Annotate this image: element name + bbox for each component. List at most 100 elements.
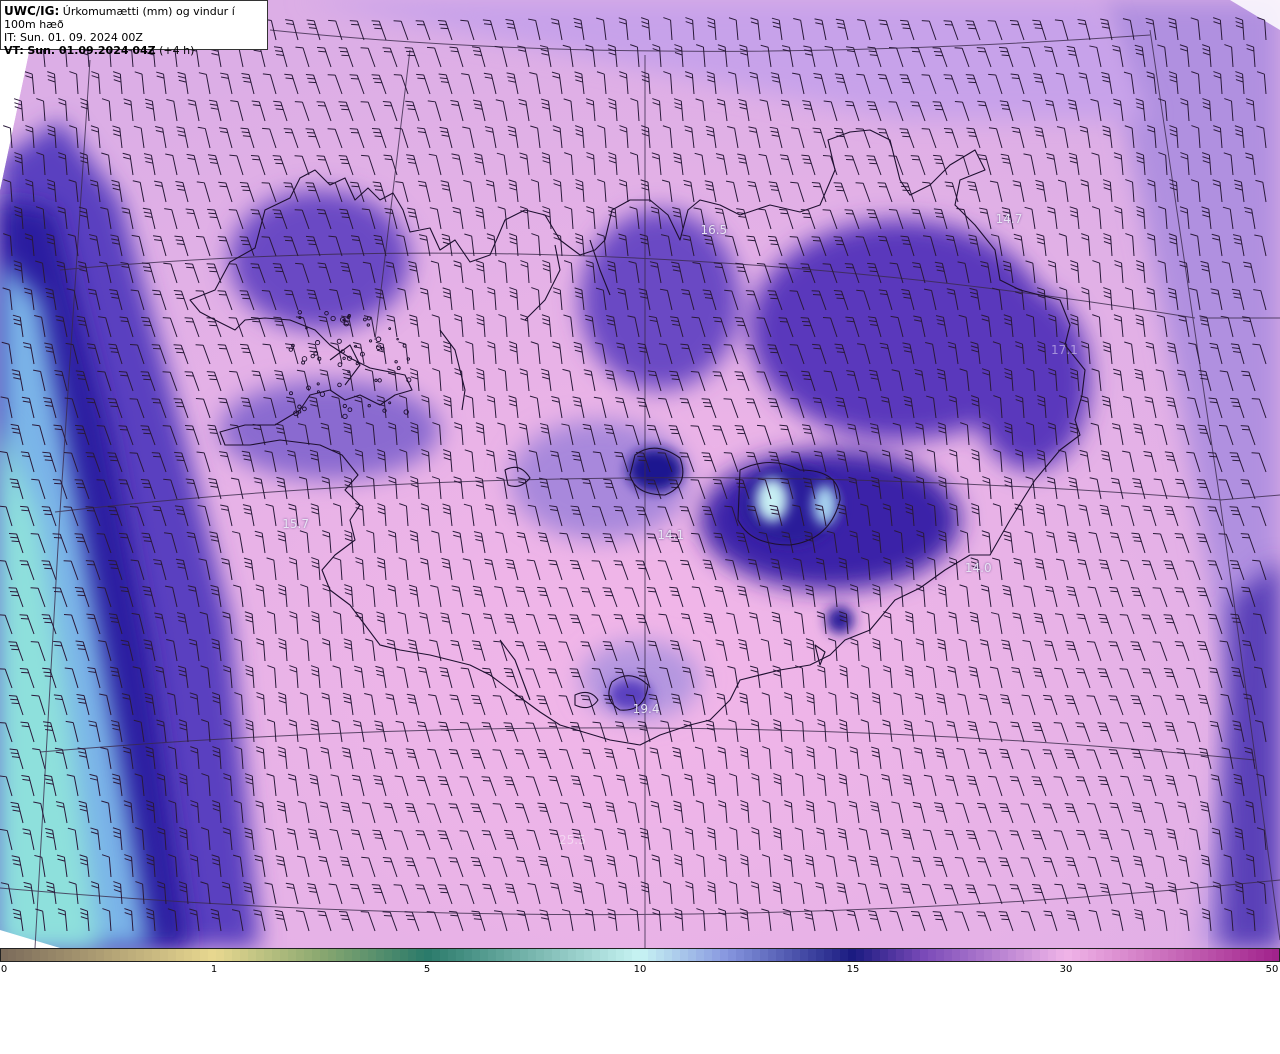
colorbar-segment xyxy=(856,949,865,961)
colorbar-segment xyxy=(376,949,385,961)
colorbar-segment xyxy=(864,949,873,961)
colorbar-segment xyxy=(520,949,529,961)
colorbar-segment xyxy=(416,949,425,961)
colorbar-segment xyxy=(776,949,785,961)
colorbar-segment xyxy=(768,949,777,961)
valid-time: Sun. 01.09.2024 04Z xyxy=(27,44,156,57)
colorbar-segment xyxy=(928,949,937,961)
field-value-label: 16.5 xyxy=(700,222,728,237)
colorbar-segment xyxy=(192,949,201,961)
colorbar-segment xyxy=(544,949,553,961)
colorbar-segment xyxy=(608,949,617,961)
colorbar-segment xyxy=(728,949,737,961)
colorbar-segment xyxy=(640,949,649,961)
colorbar-segment xyxy=(368,949,377,961)
colorbar-segment xyxy=(1128,949,1137,961)
colorbar-segment xyxy=(440,949,449,961)
colorbar-segment xyxy=(632,949,641,961)
field-value-label: 19.4 xyxy=(632,702,660,717)
colorbar-segment xyxy=(784,949,793,961)
precipitation-field xyxy=(0,0,1280,948)
colorbar-segment xyxy=(32,949,41,961)
colorbar-tick-label: 1 xyxy=(210,964,218,975)
colorbar-segment xyxy=(504,949,513,961)
colorbar-segment xyxy=(152,949,161,961)
colorbar-segment xyxy=(656,949,665,961)
colorbar-segment xyxy=(936,949,945,961)
colorbar-segment xyxy=(224,949,233,961)
colorbar-segment xyxy=(536,949,545,961)
init-time: Sun. 01. 09. 2024 00Z xyxy=(19,31,143,44)
colorbar-segment xyxy=(616,949,625,961)
colorbar-segment xyxy=(1144,949,1153,961)
colorbar-segment xyxy=(448,949,457,961)
precipitation-wind-map[interactable] xyxy=(0,0,1280,948)
colorbar-segment xyxy=(1080,949,1089,961)
init-label: IT: xyxy=(4,31,17,44)
colorbar-segment xyxy=(824,949,833,961)
colorbar-segment xyxy=(1256,949,1265,961)
colorbar-segment xyxy=(160,949,169,961)
colorbar-segment xyxy=(120,949,129,961)
colorbar-segment xyxy=(1248,949,1257,961)
colorbar-tick-label: 15 xyxy=(846,964,860,975)
colorbar-segment xyxy=(552,949,561,961)
colorbar-segment xyxy=(464,949,473,961)
colorbar-segment xyxy=(168,949,177,961)
colorbar-segment xyxy=(1000,949,1009,961)
colorbar-segment xyxy=(56,949,65,961)
colorbar-segment xyxy=(904,949,913,961)
colorbar-segment xyxy=(896,949,905,961)
colorbar-segment xyxy=(992,949,1001,961)
colorbar-segment xyxy=(512,949,521,961)
colorbar-segment xyxy=(184,949,193,961)
colorbar-segment xyxy=(432,949,441,961)
colorbar-tick-label: 0 xyxy=(0,964,8,975)
colorbar-segment xyxy=(144,949,153,961)
colorbar-segment xyxy=(1136,949,1145,961)
colorbar-segment xyxy=(1176,949,1185,961)
colorbar-tick-label: 10 xyxy=(633,964,647,975)
colorbar-segment xyxy=(48,949,57,961)
colorbar-segment xyxy=(576,949,585,961)
colorbar-segment xyxy=(392,949,401,961)
colorbar-segment xyxy=(256,949,265,961)
colorbar-tick-label: 30 xyxy=(1059,964,1073,975)
colorbar-segment xyxy=(88,949,97,961)
colorbar-segment xyxy=(712,949,721,961)
colorbar-segment xyxy=(480,949,489,961)
colorbar-tick-label: 5 xyxy=(423,964,431,975)
colorbar-segment xyxy=(1088,949,1097,961)
field-value-label: 17.1 xyxy=(1050,342,1078,357)
colorbar-segment xyxy=(600,949,609,961)
colorbar-segment xyxy=(208,949,217,961)
colorbar-segment xyxy=(568,949,577,961)
colorbar-segment xyxy=(128,949,137,961)
colorbar-segment xyxy=(384,949,393,961)
colorbar-segment xyxy=(704,949,713,961)
colorbar-segment xyxy=(112,949,121,961)
colorbar-segment xyxy=(1216,949,1225,961)
colorbar-segment xyxy=(496,949,505,961)
colorbar-segment xyxy=(136,949,145,961)
colorbar-segment xyxy=(960,949,969,961)
field-value-label: 14.7 xyxy=(995,211,1023,226)
colorbar-segment xyxy=(248,949,257,961)
map-header: UWC/IG: Úrkomumætti (mm) og vindur í 100… xyxy=(0,0,268,57)
colorbar-segment xyxy=(1208,949,1217,961)
colorbar-scale xyxy=(0,949,1280,961)
colorbar-segment xyxy=(64,949,73,961)
colorbar-segment xyxy=(832,949,841,961)
colorbar-segment xyxy=(16,949,25,961)
colorbar-segment xyxy=(328,949,337,961)
colorbar-segment xyxy=(1096,949,1105,961)
colorbar-segment xyxy=(176,949,185,961)
colorbar-segment xyxy=(1032,949,1041,961)
colorbar-segment xyxy=(816,949,825,961)
colorbar-segment xyxy=(488,949,497,961)
field-value-label: 32.1 xyxy=(472,1040,500,1054)
colorbar-segment xyxy=(720,949,729,961)
colorbar-segment xyxy=(1024,949,1033,961)
colorbar-segment xyxy=(880,949,889,961)
colorbar-segment xyxy=(272,949,281,961)
